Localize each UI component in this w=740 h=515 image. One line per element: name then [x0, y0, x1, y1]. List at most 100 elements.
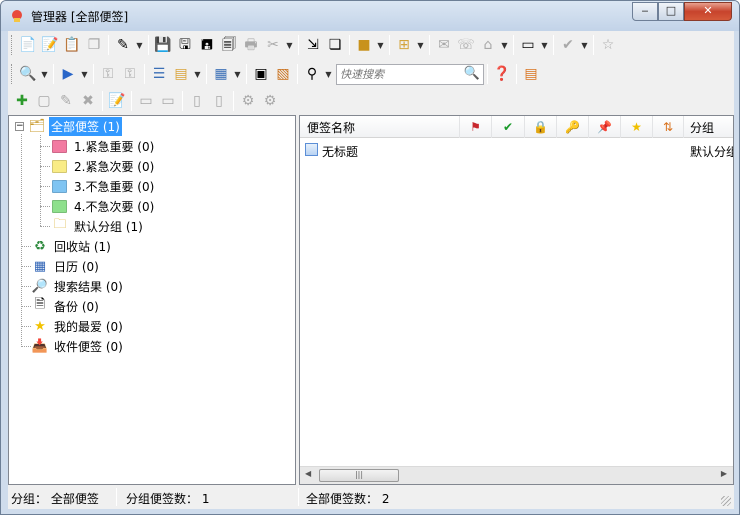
find-icon[interactable]: 🔍 — [17, 63, 39, 85]
color-note-icon — [52, 159, 67, 173]
delete-group-icon[interactable]: ✖ — [77, 90, 99, 112]
column-header-group[interactable]: 分组 — [684, 116, 733, 138]
export-icon[interactable]: 🗐 — [218, 34, 240, 56]
collapse-toggle-icon[interactable]: − — [15, 121, 24, 131]
lock-column-icon[interactable]: 🔒 — [525, 116, 557, 138]
folder-group-icon: 🗂 — [28, 118, 46, 134]
tree-node-group[interactable]: 🗀 默认分组 (1) — [52, 217, 145, 235]
sort-column-icon[interactable]: ⇅ — [653, 116, 684, 138]
notebook-icon[interactable]: ▧ — [272, 63, 294, 85]
move-up-icon[interactable]: ▯ — [186, 90, 208, 112]
arrange-dropdown-icon[interactable]: ▼ — [415, 41, 426, 50]
rename-group-icon[interactable]: ✎ — [55, 90, 77, 112]
phone-icon[interactable]: ☏ — [455, 34, 477, 56]
copy-icon[interactable]: ❐ — [83, 34, 105, 56]
new-subgroup-icon[interactable]: ▢ — [33, 90, 55, 112]
paste-icon[interactable]: 📋 — [61, 34, 83, 56]
tree-node-search-results[interactable]: 🔎 搜索结果 (0) — [31, 277, 125, 295]
tree-node-calendar[interactable]: ▦ 日历 (0) — [31, 257, 101, 275]
save-all-icon[interactable]: 🖪 — [196, 34, 218, 56]
expand-icon[interactable]: ▭ — [135, 90, 157, 112]
table-row[interactable]: 无标题 默认分组 — [300, 141, 733, 159]
tree-node-favorites[interactable]: ★ 我的最爱 (0) — [31, 317, 125, 335]
scroll-left-icon[interactable]: ◀ — [305, 469, 311, 478]
tools-dropdown-icon[interactable]: ▼ — [284, 41, 295, 50]
grid-icon[interactable]: ▦ — [210, 63, 232, 85]
scroll-right-icon[interactable]: ▶ — [721, 469, 727, 478]
import-icon[interactable]: ⚙ — [237, 90, 259, 112]
binoculars-dropdown-icon[interactable]: ▼ — [323, 70, 334, 79]
note-group-cell: 默认分组 — [690, 145, 733, 159]
play-icon[interactable]: ▶ — [57, 63, 79, 85]
screen-dropdown-icon[interactable]: ▼ — [539, 41, 550, 50]
horizontal-scrollbar[interactable]: ◀ ||| ▶ — [300, 466, 733, 484]
resize-grip[interactable] — [721, 496, 731, 506]
arrange-icon[interactable]: ⊞ — [393, 34, 415, 56]
star-column-icon[interactable]: ★ — [621, 116, 653, 138]
network-dropdown-icon[interactable]: ▼ — [499, 41, 510, 50]
close-button[interactable]: ✕ — [684, 2, 732, 21]
view-detail-icon[interactable]: ▤ — [170, 63, 192, 85]
new-note-icon[interactable]: 📄 — [17, 34, 39, 56]
tree-node-backup[interactable]: 🗎 备份 (0) — [31, 297, 101, 315]
tree-node-recycle-bin[interactable]: ♻ 回收站 (1) — [31, 237, 113, 255]
tree-node-inbox[interactable]: 📥 收件便签 (0) — [31, 337, 125, 355]
tools-icon[interactable]: ✂ — [262, 34, 284, 56]
search-icon[interactable]: 🔍 — [464, 66, 480, 81]
check-dropdown-icon[interactable]: ▼ — [579, 41, 590, 50]
network-icon[interactable]: ⌂ — [477, 34, 499, 56]
group-properties-icon[interactable]: 📝 — [106, 90, 128, 112]
export-group-icon[interactable]: ⚙ — [259, 90, 281, 112]
properties-icon[interactable]: ▣ — [250, 63, 272, 85]
save-as-icon[interactable]: 🖫 — [174, 34, 196, 56]
open-file-icon[interactable]: ⇲ — [302, 34, 324, 56]
toolbar-grip[interactable] — [11, 35, 14, 55]
unlock-note-icon[interactable]: ⚿ — [119, 63, 141, 85]
priority-column-icon[interactable]: ⚑ — [460, 116, 492, 138]
toolbar-grip[interactable] — [11, 64, 14, 84]
key-column-icon[interactable]: 🔑 — [557, 116, 589, 138]
pin-column-icon[interactable]: 📌 — [589, 116, 621, 138]
toolbar-separator — [389, 35, 390, 55]
scrollbar-thumb[interactable]: ||| — [319, 469, 399, 482]
group-tree[interactable]: − 🗂 全部便签 (1) 1.紧急重要 (0) 2.紧急次要 (0) 3.不急重… — [8, 115, 296, 485]
quick-search-input[interactable] — [337, 64, 461, 84]
print-icon[interactable]: 🖶 — [240, 34, 262, 56]
done-column-icon[interactable]: ✔ — [492, 116, 525, 138]
save-icon[interactable]: 💾 — [152, 34, 174, 56]
lock-note-icon[interactable]: ⚿ — [97, 63, 119, 85]
mail-icon[interactable]: ✉ — [433, 34, 455, 56]
write-icon[interactable]: ✎ — [112, 34, 134, 56]
title-bar[interactable]: 管理器 [全部便签] ‒ □ ✕ — [1, 1, 739, 31]
binoculars-icon[interactable]: ⚲ — [301, 63, 323, 85]
tree-node-group[interactable]: 4.不急次要 (0) — [52, 197, 156, 215]
pin-icon[interactable]: ☆ — [597, 34, 619, 56]
move-down-icon[interactable]: ▯ — [208, 90, 230, 112]
new-group-icon[interactable]: ✚ — [11, 90, 33, 112]
quick-search-box[interactable]: 🔍 — [336, 63, 484, 85]
find-dropdown-icon[interactable]: ▼ — [39, 70, 50, 79]
box-icon[interactable]: ■ — [353, 34, 375, 56]
tree-node-group[interactable]: 3.不急重要 (0) — [52, 177, 156, 195]
minimize-button[interactable]: ‒ — [632, 2, 658, 21]
tree-node-group[interactable]: 2.紧急次要 (0) — [52, 157, 156, 175]
list-header: 便签名称 ⚑ ✔ 🔒 🔑 📌 ★ ⇅ 分组 — [300, 116, 733, 138]
tree-node-group[interactable]: 1.紧急重要 (0) — [52, 137, 156, 155]
view-list-icon[interactable]: ☰ — [148, 63, 170, 85]
collapse-icon[interactable]: ▭ — [157, 90, 179, 112]
write-dropdown-icon[interactable]: ▼ — [134, 41, 145, 50]
help-icon[interactable]: ❓ — [491, 63, 513, 85]
view-dropdown-icon[interactable]: ▼ — [192, 70, 203, 79]
tree-node-all-notes[interactable]: − 🗂 全部便签 (1) — [15, 116, 122, 136]
screen-icon[interactable]: ▭ — [517, 34, 539, 56]
note-list[interactable]: 便签名称 ⚑ ✔ 🔒 🔑 📌 ★ ⇅ 分组 无标题 默认分组 ◀ ||| ▶ — [299, 115, 734, 485]
windows-icon[interactable]: ❏ — [324, 34, 346, 56]
maximize-button[interactable]: □ — [658, 2, 684, 21]
column-header-name[interactable]: 便签名称 — [300, 116, 460, 138]
check-icon[interactable]: ✔ — [557, 34, 579, 56]
edit-note-icon[interactable]: 📝 — [39, 34, 61, 56]
grid-dropdown-icon[interactable]: ▼ — [232, 70, 243, 79]
play-dropdown-icon[interactable]: ▼ — [79, 70, 90, 79]
box-dropdown-icon[interactable]: ▼ — [375, 41, 386, 50]
layout-icon[interactable]: ▤ — [520, 63, 542, 85]
